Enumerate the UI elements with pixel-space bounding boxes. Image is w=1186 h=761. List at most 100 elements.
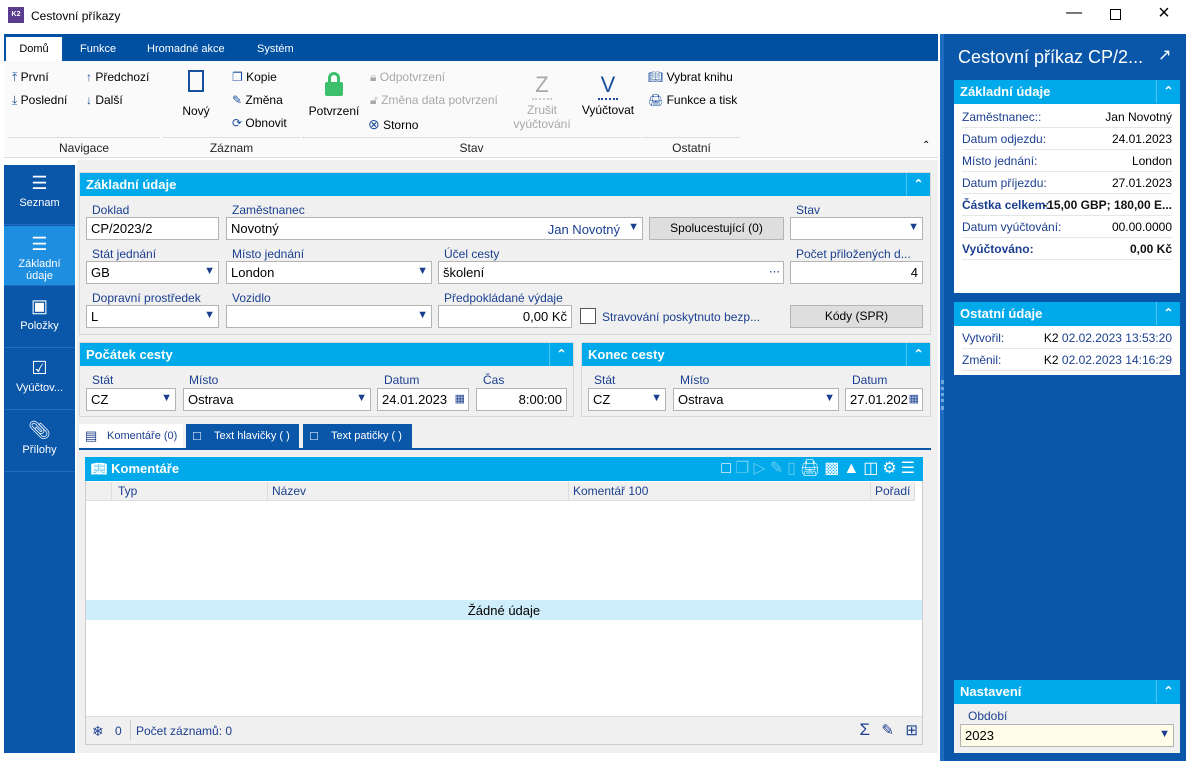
dropdown-icon: ▼: [908, 221, 919, 233]
menu-icon[interactable]: ☰: [901, 460, 919, 477]
details-icon: ☰: [31, 234, 48, 254]
tab-text-paticky[interactable]: □ Text patičky ( ): [303, 424, 412, 448]
copy-button[interactable]: ❐ Kopie: [232, 70, 277, 84]
start-stat-field[interactable]: CZ ▼: [86, 388, 176, 411]
info-row: Vytvořil: K2 02.02.2023 13:53:20: [962, 327, 1172, 349]
new-button[interactable]: Nový: [176, 70, 216, 118]
pocet-label: Počet přiložených d...: [796, 247, 911, 261]
tab-domu[interactable]: Domů: [6, 37, 62, 61]
chart-icon[interactable]: ▩: [824, 460, 843, 477]
tab-text-hlavicky[interactable]: □ Text hlavičky ( ): [186, 424, 299, 448]
columns-icon[interactable]: ◫: [863, 460, 882, 477]
sum-icon[interactable]: Σ: [859, 720, 870, 740]
stravovani-checkbox[interactable]: [580, 308, 596, 324]
start-misto-field[interactable]: Ostrava ▼: [183, 388, 371, 411]
chevron-up-icon[interactable]: ⌃: [1156, 302, 1180, 325]
z-icon: Z: [532, 72, 552, 100]
printer-icon[interactable]: 🖨︎: [800, 460, 824, 477]
storno-button[interactable]: ⊗ Storno: [368, 116, 418, 133]
splitter-handle[interactable]: [941, 380, 944, 410]
minimize-icon[interactable]: —: [1062, 4, 1086, 22]
vozidlo-field[interactable]: ▼: [226, 305, 432, 328]
sidebar-item-zakladni-udaje[interactable]: ☰ Základní údaje: [4, 226, 75, 286]
play-icon[interactable]: ▷: [753, 460, 769, 477]
start-datum-label: Datum: [384, 373, 420, 387]
chevron-up-icon[interactable]: ⌃: [549, 343, 573, 366]
end-misto-field[interactable]: Ostrava ▼: [673, 388, 839, 411]
functions-print-button[interactable]: 🖨︎ Funkce a tisk: [648, 93, 737, 107]
edit-button[interactable]: ✎ Změna: [232, 93, 283, 107]
tab-funkce[interactable]: Funkce: [80, 43, 116, 55]
settle-button[interactable]: V Vyúčtovat: [578, 72, 638, 117]
cubes-icon[interactable]: ▲: [843, 460, 863, 477]
close-icon[interactable]: ×: [1152, 2, 1176, 25]
first-button[interactable]: ⤒ První: [12, 70, 49, 85]
spolucestujici-button[interactable]: Spolucestující (0): [649, 217, 784, 240]
document-icon: □: [193, 428, 201, 443]
copy-icon[interactable]: ❐: [735, 460, 753, 477]
sidebar-item-seznam[interactable]: ☰ Seznam: [4, 165, 75, 225]
box-icon: ▣: [30, 296, 48, 316]
start-cas-field[interactable]: 8:00:00: [476, 388, 567, 411]
misto-field[interactable]: London ▼: [226, 261, 432, 284]
pencil-icon[interactable]: ✎: [770, 460, 787, 477]
next-button[interactable]: ↓ Další: [86, 93, 123, 107]
previous-button[interactable]: ↑ Předchozí: [86, 70, 149, 84]
stav-field[interactable]: ▼: [790, 217, 923, 240]
sidebar-item-vyuctovani[interactable]: ☑ Vyúčtov...: [4, 350, 75, 410]
chevron-up-icon[interactable]: ⌃: [1156, 80, 1180, 103]
stravovani-label: Stravování poskytnuto bezp...: [602, 310, 761, 324]
pocet-field[interactable]: 4: [790, 261, 923, 284]
gear-icon[interactable]: ⚙︎: [882, 460, 900, 477]
unconfirm-button[interactable]: 🔒︎ Odpotvrzení: [370, 70, 445, 85]
start-datum-field[interactable]: 24.01.2023 ▦: [377, 388, 469, 411]
column-nazev[interactable]: Název: [268, 482, 569, 501]
column-komentar[interactable]: Komentář 100: [569, 482, 871, 501]
kody-button[interactable]: Kódy (SPR): [790, 305, 923, 328]
doklad-field[interactable]: CP/2023/2: [86, 217, 219, 240]
dropdown-icon: ▼: [824, 392, 835, 404]
obdobi-field[interactable]: 2023 ▼: [960, 724, 1174, 747]
tab-system[interactable]: Systém: [257, 43, 294, 55]
dropdown-icon: ▼: [204, 309, 215, 321]
right-other-panel: Ostatní údaje ⌃ Vytvořil: K2 02.02.2023 13…: [954, 302, 1180, 375]
tab-komentare[interactable]: ▤ Komentáře (0): [79, 424, 183, 448]
stat-field[interactable]: GB ▼: [86, 261, 219, 284]
end-stat-field[interactable]: CZ ▼: [588, 388, 666, 411]
confirm-button[interactable]: Potvrzení: [306, 72, 362, 118]
chevron-up-icon[interactable]: ⌃: [906, 343, 930, 366]
chevron-up-icon[interactable]: ⌃: [906, 173, 930, 196]
add-record-icon[interactable]: ⊞: [905, 721, 918, 739]
cancel-settlement-button[interactable]: Z Zrušit vyúčtování: [510, 72, 574, 131]
end-datum-field[interactable]: 27.01.202 ▦: [845, 388, 923, 411]
ucel-field[interactable]: školení ⋯: [438, 261, 784, 284]
zamestnanec-field[interactable]: Novotný Jan Novotný ▼: [226, 217, 643, 240]
maximize-icon[interactable]: [1110, 9, 1121, 20]
column-poradi[interactable]: Pořadí: [871, 482, 915, 501]
lock-icon: [325, 72, 343, 96]
info-row: Místo jednání: London: [962, 150, 1172, 172]
chevron-up-icon[interactable]: ⌃: [1156, 680, 1180, 703]
pencil-icon[interactable]: ✎: [881, 721, 894, 739]
sidebar-item-polozky[interactable]: ▣ Položky: [4, 288, 75, 348]
vydaje-field[interactable]: 0,00 Kč: [438, 305, 572, 328]
new-icon[interactable]: □: [721, 460, 735, 477]
group-label-stav: Stav: [302, 137, 641, 157]
doprava-field[interactable]: L ▼: [86, 305, 219, 328]
column-typ[interactable]: Typ: [112, 482, 268, 501]
trash-icon[interactable]: ▯: [787, 460, 800, 477]
dropdown-icon: ▼: [417, 265, 428, 277]
end-misto-label: Místo: [680, 373, 710, 387]
select-book-button[interactable]: 📖︎ Vybrat knihu: [648, 70, 733, 84]
doklad-label: Doklad: [92, 203, 130, 217]
tab-hromadne-akce[interactable]: Hromadné akce: [147, 43, 225, 55]
last-button[interactable]: ⤓ Poslední: [12, 93, 67, 108]
change-confirm-date-button[interactable]: 🔓︎ Změna data potvrzení: [370, 93, 498, 108]
group-label-navigace: Navigace: [8, 137, 160, 157]
book-icon: 📖︎: [648, 70, 664, 84]
popout-icon[interactable]: ↗: [1158, 45, 1171, 65]
refresh-button[interactable]: ⟳ Obnovit: [232, 116, 287, 130]
snowflake-icon[interactable]: ❄: [92, 723, 104, 740]
sidebar-item-prilohy[interactable]: 📎︎ Přílohy: [4, 412, 75, 472]
collapse-ribbon-icon[interactable]: ⌃: [922, 140, 930, 151]
